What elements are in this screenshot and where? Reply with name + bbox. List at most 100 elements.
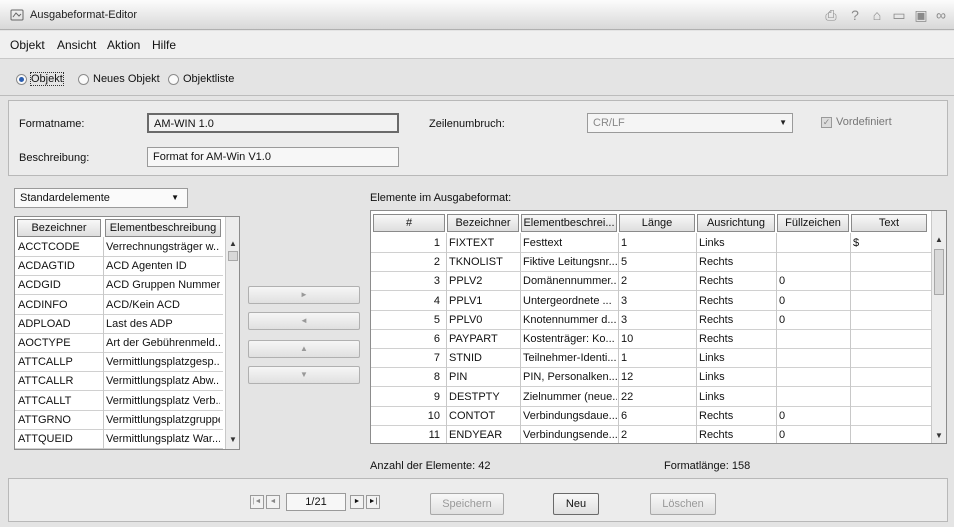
- menu-aktion[interactable]: Aktion: [107, 38, 140, 52]
- row-bezeichner: ACDINFO: [18, 298, 68, 311]
- scroll-up-icon[interactable]: ▲: [935, 235, 943, 244]
- right-scrollbar[interactable]: ▲ ▼: [931, 211, 946, 443]
- remove-element-button[interactable]: ◄: [248, 312, 360, 330]
- scroll-thumb[interactable]: [934, 249, 944, 295]
- column-header-bezeichner[interactable]: Bezeichner: [17, 219, 101, 237]
- row-bezeichner: TKNOLIST: [449, 256, 503, 269]
- radio-objekt[interactable]: Objekt: [16, 72, 64, 86]
- zeilenumbruch-value: CR/LF: [593, 117, 625, 129]
- row-ausrichtung: Rechts: [699, 313, 734, 326]
- standard-elements-table: Bezeichner Elementbeschreibung ACCTCODE V…: [14, 216, 240, 450]
- home-icon[interactable]: ⌂: [868, 6, 886, 24]
- radio-neues-objekt[interactable]: Neues Objekt: [78, 72, 160, 86]
- table-row[interactable]: ATTCALLR Vermittlungsplatz Abw...: [15, 372, 223, 392]
- table-row[interactable]: 10 CONTOT Verbindungsdaue... 6 Rechts 0: [371, 406, 931, 426]
- next-page-icon[interactable]: ►: [350, 495, 364, 509]
- move-down-button[interactable]: ▼: [248, 366, 360, 384]
- formatname-field[interactable]: AM-WIN 1.0: [147, 113, 399, 133]
- row-laenge: 3: [621, 294, 628, 307]
- row-elementbeschreibung: PIN, Personalken...: [523, 371, 617, 384]
- scroll-thumb[interactable]: [228, 251, 238, 261]
- table-row[interactable]: ATTCALLP Vermittlungsplatzgesp...: [15, 353, 223, 373]
- scroll-down-icon[interactable]: ▼: [935, 431, 943, 440]
- radio-objektliste[interactable]: Objektliste: [168, 72, 234, 86]
- column-header-number[interactable]: #: [373, 214, 445, 232]
- table-row[interactable]: 5 PPLV0 Knotennummer d... 3 Rechts 0: [371, 310, 931, 330]
- row-elementbeschreibung: ACD Agenten ID: [106, 260, 187, 273]
- column-header-ausrichtung[interactable]: Ausrichtung: [697, 214, 775, 232]
- beschreibung-field[interactable]: Format for AM-Win V1.0: [147, 147, 399, 167]
- beschreibung-label: Beschreibung:: [19, 152, 90, 164]
- table-row[interactable]: ATTCALLT Vermittlungsplatz Verb...: [15, 392, 223, 411]
- table-row[interactable]: ADPLOAD Last des ADP: [15, 315, 223, 334]
- table-row[interactable]: 4 PPLV1 Untergeordnete ... 3 Rechts 0: [371, 291, 931, 311]
- last-page-icon[interactable]: ►|: [366, 495, 380, 509]
- table-row[interactable]: 3 PPLV2 Domänennummer... 2 Rechts 0: [371, 271, 931, 292]
- element-source-select[interactable]: Standardelemente ▼: [14, 188, 188, 208]
- row-bezeichner: CONTOT: [449, 409, 496, 422]
- row-laenge: 3: [621, 313, 628, 326]
- table-row[interactable]: 7 STNID Teilnehmer-Identi... 1 Links: [371, 348, 931, 369]
- left-scrollbar[interactable]: ▲ ▼: [225, 217, 239, 449]
- menu-ansicht[interactable]: Ansicht: [57, 38, 96, 52]
- row-laenge: 10: [621, 333, 634, 345]
- row-number: 6: [433, 333, 440, 345]
- row-elementbeschreibung: ACD Gruppen Nummer: [106, 279, 220, 292]
- arrow-right-icon: ►: [300, 290, 308, 299]
- table-row[interactable]: 2 TKNOLIST Fiktive Leitungsnr... 5 Rechts: [371, 252, 931, 273]
- element-source-value: Standardelemente: [20, 192, 110, 204]
- row-number: 8: [433, 371, 440, 384]
- row-elementbeschreibung: Festtext: [523, 237, 563, 249]
- menu-hilfe[interactable]: Hilfe: [152, 38, 176, 52]
- table-row[interactable]: 9 DESTPTY Zielnummer (neue... 22 Links: [371, 387, 931, 407]
- row-bezeichner: PIN: [449, 371, 468, 384]
- table-row[interactable]: ACDAGTID ACD Agenten ID: [15, 257, 223, 277]
- printer-icon[interactable]: ⎙: [822, 6, 840, 24]
- row-bezeichner: ATTGRNO: [18, 413, 71, 426]
- row-elementbeschreibung: Kostenträger: Ko...: [523, 333, 615, 345]
- help-icon[interactable]: ?: [846, 6, 864, 24]
- save-button[interactable]: Speichern: [430, 493, 504, 515]
- folder-icon[interactable]: ▭: [890, 6, 908, 24]
- row-bezeichner: ATTQUEID: [18, 433, 73, 445]
- link-icon[interactable]: ∞: [932, 6, 950, 24]
- table-row[interactable]: ACDINFO ACD/Kein ACD: [15, 296, 223, 315]
- scroll-down-icon[interactable]: ▼: [229, 435, 237, 444]
- table-row[interactable]: 1 FIXTEXT Festtext 1 Links $: [371, 233, 931, 253]
- row-elementbeschreibung: Last des ADP: [106, 317, 173, 330]
- new-button[interactable]: Neu: [553, 493, 599, 515]
- column-header-laenge[interactable]: Länge: [619, 214, 695, 232]
- vordefiniert-label: Vordefiniert: [836, 116, 892, 128]
- scroll-up-icon[interactable]: ▲: [229, 239, 237, 248]
- row-elementbeschreibung: Verrechnungsträger w...: [106, 241, 220, 253]
- vordefiniert-checkbox[interactable]: ✓ Vordefiniert: [821, 116, 892, 128]
- row-bezeichner: ENDYEAR: [449, 429, 503, 441]
- row-elementbeschreibung: Vermittlungsplatz Verb...: [106, 394, 220, 407]
- table-row[interactable]: 6 PAYPART Kostenträger: Ko... 10 Rechts: [371, 329, 931, 349]
- move-up-button[interactable]: ▲: [248, 340, 360, 358]
- table-row[interactable]: ACCTCODE Verrechnungsträger w...: [15, 238, 223, 257]
- format-elements-caption: Elemente im Ausgabeformat:: [370, 192, 512, 204]
- row-bezeichner: DESTPTY: [449, 390, 500, 403]
- add-element-button[interactable]: ►: [248, 286, 360, 304]
- column-header-elementbeschreibung[interactable]: Elementbeschreibung: [105, 219, 221, 237]
- prev-page-icon[interactable]: ◄: [266, 495, 280, 509]
- delete-button[interactable]: Löschen: [650, 493, 716, 515]
- menu-objekt[interactable]: Objekt: [10, 38, 45, 52]
- table-row[interactable]: ATTGRNO Vermittlungsplatzgruppe: [15, 411, 223, 430]
- save-icon[interactable]: ▣: [912, 6, 930, 24]
- column-header-elementbeschreibung[interactable]: Elementbeschrei...: [521, 214, 617, 232]
- table-row[interactable]: 11 ENDYEAR Verbindungsende... 2 Rechts 0: [371, 425, 931, 443]
- first-page-icon[interactable]: |◄: [250, 495, 264, 509]
- table-row[interactable]: 8 PIN PIN, Personalken... 12 Links: [371, 367, 931, 388]
- table-row[interactable]: ATTQUEID Vermittlungsplatz War...: [15, 430, 223, 449]
- row-bezeichner: AOCTYPE: [18, 337, 71, 349]
- column-header-bezeichner[interactable]: Bezeichner: [447, 214, 519, 232]
- zeilenumbruch-select[interactable]: CR/LF ▼: [587, 113, 793, 133]
- row-number: 4: [433, 294, 440, 307]
- column-header-text[interactable]: Text: [851, 214, 927, 232]
- row-elementbeschreibung: Untergeordnete ...: [523, 294, 612, 307]
- table-row[interactable]: AOCTYPE Art der Gebührenmeld...: [15, 334, 223, 353]
- column-header-fuellzeichen[interactable]: Füllzeichen: [777, 214, 849, 232]
- table-row[interactable]: ACDGID ACD Gruppen Nummer: [15, 276, 223, 296]
